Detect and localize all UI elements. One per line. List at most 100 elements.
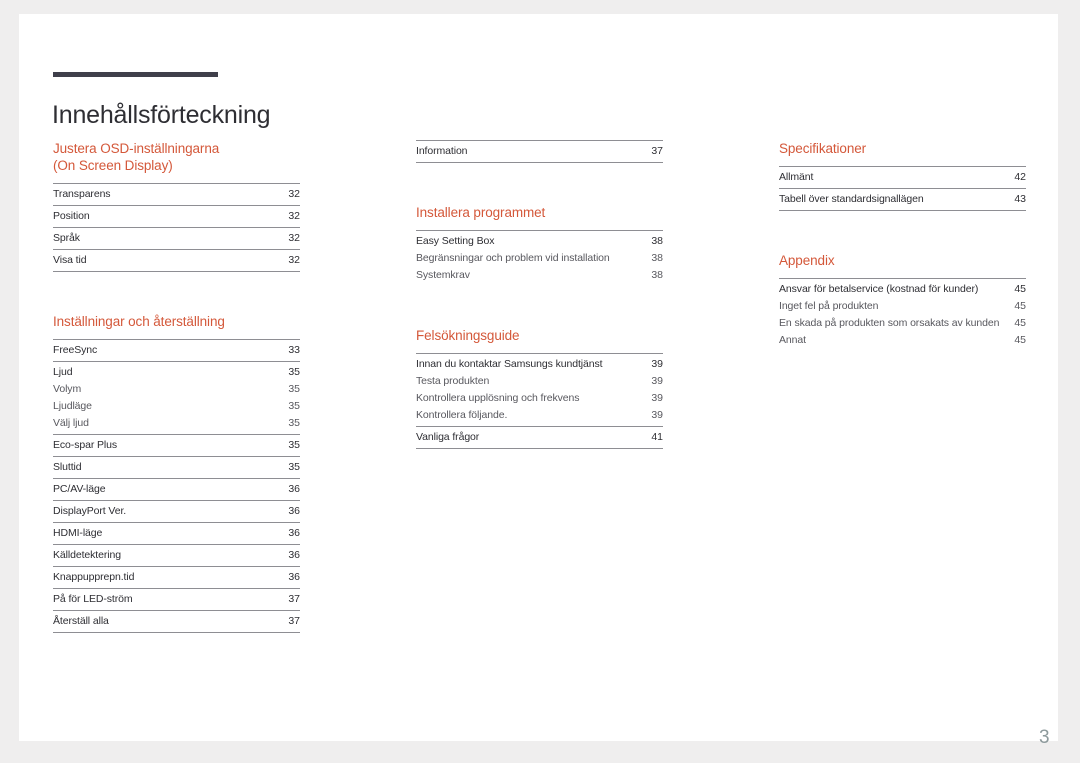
toc-group: PC/AV-läge 36 xyxy=(53,478,300,500)
toc-entry-page: 35 xyxy=(288,366,300,378)
toc-entry-label: På för LED-ström xyxy=(53,593,133,605)
toc-entry-label: Volym xyxy=(53,383,82,395)
toc-entry-label: Allmänt xyxy=(779,171,814,183)
toc-entry-page: 32 xyxy=(288,254,300,266)
toc-entry[interactable]: Inget fel på produkten 45 xyxy=(779,298,1026,315)
toc-group: Ljud 35 Volym 35 Ljudläge 35 Välj ljud 3… xyxy=(53,361,300,434)
toc-entry-label: Inget fel på produkten xyxy=(779,300,879,312)
toc-entry[interactable]: Allmänt 42 xyxy=(779,169,1026,186)
toc-entry-label: Ansvar för betalservice (kostnad för kun… xyxy=(779,283,979,295)
toc-entry-page: 45 xyxy=(1014,334,1026,346)
section-heading-install: Installera programmet xyxy=(416,204,663,221)
toc-entry[interactable]: Annat 45 xyxy=(779,332,1026,349)
toc-entry[interactable]: Ansvar för betalservice (kostnad för kun… xyxy=(779,281,1026,298)
toc-entry-page: 37 xyxy=(651,145,663,157)
toc-entry-label: Testa produkten xyxy=(416,375,490,387)
toc-group: Innan du kontaktar Samsungs kundtjänst 3… xyxy=(416,353,663,426)
toc-entry-label: Visa tid xyxy=(53,254,87,266)
toc-entry[interactable]: FreeSync 33 xyxy=(53,342,300,359)
toc-entry-page: 37 xyxy=(288,593,300,605)
section-heading-line-1: Justera OSD-inställningarna xyxy=(53,141,220,156)
toc-group: Eco-spar Plus 35 xyxy=(53,434,300,456)
section-heading-line-1: Specifikationer xyxy=(779,141,867,156)
toc-entry-label: Begränsningar och problem vid installati… xyxy=(416,252,610,264)
toc-entry[interactable]: Volym 35 xyxy=(53,381,300,398)
toc-entry[interactable]: Källdetektering 36 xyxy=(53,547,300,564)
toc-entry[interactable]: Information 37 xyxy=(416,143,663,160)
toc-entry[interactable]: En skada på produkten som orsakats av ku… xyxy=(779,315,1026,332)
toc-entry[interactable]: DisplayPort Ver. 36 xyxy=(53,503,300,520)
toc-column-2: Information 37 Installera programmet Eas… xyxy=(416,140,663,449)
toc-entry[interactable]: På för LED-ström 37 xyxy=(53,591,300,608)
toc-entry-label: Språk xyxy=(53,232,80,244)
toc-group: Ansvar för betalservice (kostnad för kun… xyxy=(779,278,1026,351)
toc-column-3: Specifikationer Allmänt 42 Tabell över s… xyxy=(779,140,1026,351)
toc-group: Vanliga frågor 41 xyxy=(416,426,663,448)
toc-entry[interactable]: Systemkrav 38 xyxy=(416,267,663,284)
toc-entry[interactable]: Eco-spar Plus 35 xyxy=(53,437,300,454)
toc-entry[interactable]: Ljud 35 xyxy=(53,364,300,381)
document-page: Innehållsförteckning Justera OSD-inställ… xyxy=(19,14,1058,748)
toc-entry[interactable]: Testa produkten 39 xyxy=(416,373,663,390)
toc-entry-page: 39 xyxy=(651,409,663,421)
toc-entry-label: Transparens xyxy=(53,188,111,200)
toc-entry[interactable]: Visa tid 32 xyxy=(53,252,300,269)
toc-entry[interactable]: Kontrollera upplösning och frekvens 39 xyxy=(416,390,663,407)
section-heading-settings: Inställningar och återställning xyxy=(53,313,300,330)
toc-entry-label: Eco-spar Plus xyxy=(53,439,118,451)
toc-entry-page: 36 xyxy=(288,483,300,495)
toc-entry-label: Systemkrav xyxy=(416,269,470,281)
toc-entry-page: 32 xyxy=(288,232,300,244)
toc-entry-label: PC/AV-läge xyxy=(53,483,106,495)
toc-entry[interactable]: Sluttid 35 xyxy=(53,459,300,476)
toc-entry[interactable]: Knappupprepn.tid 36 xyxy=(53,569,300,586)
toc-entry-page: 36 xyxy=(288,549,300,561)
toc-group: FreeSync 33 xyxy=(53,339,300,361)
toc-group: Knappupprepn.tid 36 xyxy=(53,566,300,588)
toc-entry[interactable]: PC/AV-läge 36 xyxy=(53,481,300,498)
toc-group: Allmänt 42 xyxy=(779,166,1026,188)
toc-entry-page: 45 xyxy=(1014,283,1026,295)
toc-entry[interactable]: Ljudläge 35 xyxy=(53,398,300,415)
toc-entry[interactable]: Position 32 xyxy=(53,208,300,225)
toc-entry-label: Ljudläge xyxy=(53,400,92,412)
toc-entry[interactable]: Vanliga frågor 41 xyxy=(416,429,663,446)
toc-entry-page: 33 xyxy=(288,344,300,356)
toc-group: Sluttid 35 xyxy=(53,456,300,478)
toc-entry[interactable]: HDMI-läge 36 xyxy=(53,525,300,542)
title-accent-bar xyxy=(53,72,218,77)
toc-entry[interactable]: Kontrollera följande. 39 xyxy=(416,407,663,424)
toc-entry-label: En skada på produkten som orsakats av ku… xyxy=(779,317,1000,329)
toc-entry[interactable]: Språk 32 xyxy=(53,230,300,247)
toc-entry[interactable]: Tabell över standardsignallägen 43 xyxy=(779,191,1026,208)
toc-group: DisplayPort Ver. 36 xyxy=(53,500,300,522)
toc-entry[interactable]: Easy Setting Box 38 xyxy=(416,233,663,250)
section-heading-line-1: Inställningar och återställning xyxy=(53,314,225,329)
toc-entry[interactable]: Innan du kontaktar Samsungs kundtjänst 3… xyxy=(416,356,663,373)
toc-entry-label: Vanliga frågor xyxy=(416,431,480,443)
toc-entry-label: Annat xyxy=(779,334,806,346)
toc-group: Visa tid 32 xyxy=(53,249,300,271)
toc-entry-label: FreeSync xyxy=(53,344,98,356)
toc-column-1: Justera OSD-inställningarna (On Screen D… xyxy=(53,140,300,633)
toc-entry[interactable]: Återställ alla 37 xyxy=(53,613,300,630)
toc-entry-page: 37 xyxy=(288,615,300,627)
toc-entry[interactable]: Transparens 32 xyxy=(53,186,300,203)
toc-section-appendix: Appendix Ansvar för betalservice (kostna… xyxy=(779,252,1026,351)
toc-entry-page: 36 xyxy=(288,505,300,517)
toc-entry-page: 45 xyxy=(1014,300,1026,312)
toc-entry-page: 32 xyxy=(288,210,300,222)
section-heading-line-1: Felsökningsguide xyxy=(416,328,520,343)
toc-entry-page: 32 xyxy=(288,188,300,200)
section-heading-specifications: Specifikationer xyxy=(779,140,1026,157)
toc-group: Information 37 xyxy=(416,140,663,162)
toc-entry-label: Innan du kontaktar Samsungs kundtjänst xyxy=(416,358,603,370)
toc-entry-label: Kontrollera följande. xyxy=(416,409,508,421)
toc-entry[interactable]: Begränsningar och problem vid installati… xyxy=(416,250,663,267)
toc-group: Easy Setting Box 38 Begränsningar och pr… xyxy=(416,230,663,286)
toc-entry[interactable]: Välj ljud 35 xyxy=(53,415,300,432)
toc-entry-label: HDMI-läge xyxy=(53,527,103,539)
toc-group: Källdetektering 36 xyxy=(53,544,300,566)
toc-group: På för LED-ström 37 xyxy=(53,588,300,610)
